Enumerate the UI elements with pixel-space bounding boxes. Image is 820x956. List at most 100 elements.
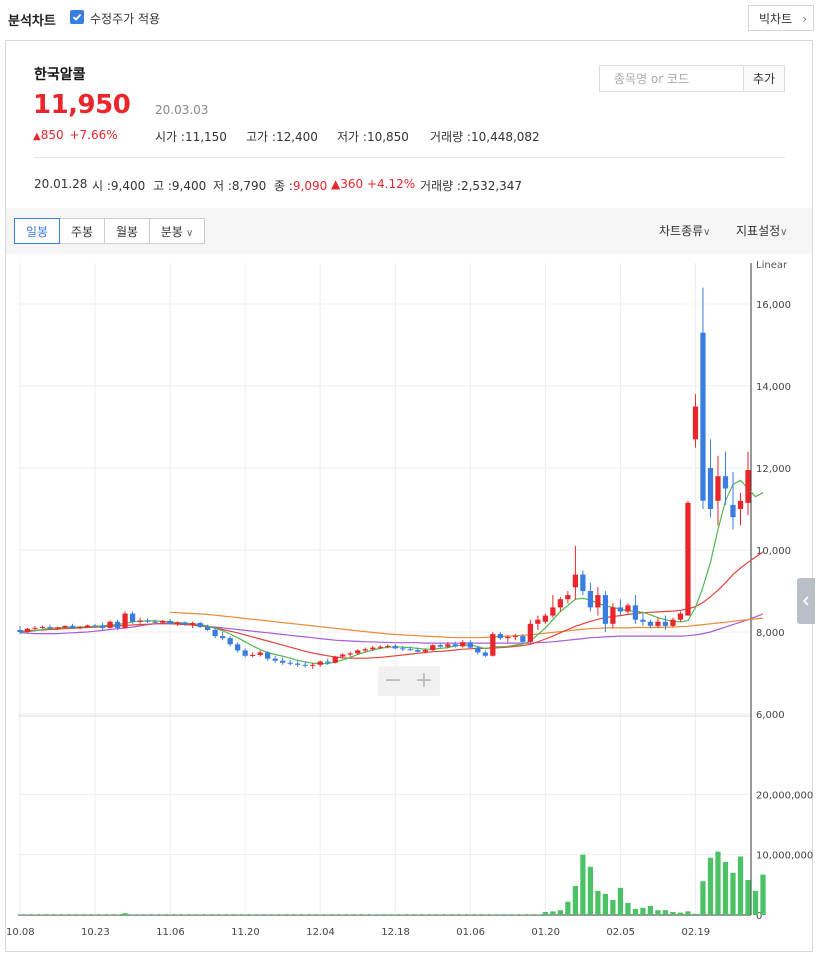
candle-body (302, 664, 308, 666)
zoom-out-button[interactable]: − (378, 668, 408, 694)
volume-bar (737, 856, 744, 915)
volume-bar (475, 914, 481, 915)
volume-bar (235, 914, 241, 915)
volume-bar (490, 914, 496, 915)
x-tick-label: 10.08 (6, 927, 35, 938)
volume-bar (257, 914, 263, 915)
candle-body (32, 627, 38, 629)
candle-body (69, 625, 76, 628)
volume-bar (122, 913, 128, 915)
volume-bar (99, 914, 106, 915)
volume-bar (707, 857, 714, 915)
volume-bar (550, 911, 556, 915)
candle-body (332, 656, 338, 663)
scale-label: Linear (756, 260, 788, 271)
volume-bar (205, 914, 211, 915)
candle-body (460, 642, 466, 647)
side-panel-handle[interactable] (797, 578, 815, 624)
stock-chart[interactable]: Linear 16,000 14,000 12,000 10,000 8,000 6,000… (0, 0, 820, 956)
volume-bar (535, 914, 541, 915)
candle-body (385, 645, 391, 647)
candle-body (685, 502, 691, 616)
candle-body (512, 636, 518, 638)
candle-body (520, 636, 526, 642)
candle-body (114, 621, 121, 628)
volume-bar (189, 914, 196, 915)
volume-bar (167, 914, 173, 915)
candle-body (527, 623, 533, 642)
candle-body (745, 470, 751, 503)
candle-body (445, 644, 451, 647)
candle-body (392, 645, 398, 649)
candle-body (362, 649, 368, 651)
candle-body (325, 661, 331, 663)
volume-bar (54, 914, 61, 915)
candle-body (220, 636, 226, 639)
volume-bar (92, 914, 98, 915)
volume-bar (347, 914, 353, 915)
candle-body (407, 649, 413, 651)
candle-body (497, 634, 503, 639)
volume-bar (632, 908, 639, 915)
x-tick-label: 12.18 (381, 927, 410, 938)
candle-body (542, 615, 548, 622)
zoom-in-button[interactable]: + (409, 668, 439, 694)
x-tick-label: 02.05 (606, 927, 635, 938)
volume-bar (655, 910, 661, 915)
volume-bar (332, 914, 338, 915)
candle-body (159, 620, 166, 623)
volume-bar (685, 911, 691, 915)
candle-body (490, 634, 496, 656)
candle-body (722, 476, 729, 489)
candle-body (280, 660, 286, 663)
price-tick-label: 12,000 (756, 464, 791, 475)
volume-bar (39, 914, 46, 915)
volume-bar (497, 914, 503, 915)
candle-body (475, 647, 481, 653)
candle-body (587, 591, 594, 608)
candle-body (182, 622, 188, 625)
price-tick-label: 6,000 (756, 710, 785, 721)
volume-bar (310, 914, 316, 915)
candle-body (662, 621, 669, 626)
volume-bar (572, 886, 579, 915)
volume-bar (355, 914, 361, 915)
volume-bar (557, 910, 563, 915)
candle-body (602, 595, 609, 624)
candle-body (84, 625, 91, 628)
volume-bar (280, 914, 286, 915)
tab-daily[interactable]: 일봉 (14, 218, 60, 244)
candle-body (212, 629, 218, 637)
volume-bar (77, 914, 83, 915)
volume-bar (242, 914, 248, 915)
candle-body (152, 621, 158, 623)
volume-bar (392, 914, 398, 915)
candle-body (400, 648, 406, 650)
volume-bar (152, 914, 158, 915)
candle-body (242, 650, 248, 656)
volume-bar (610, 899, 616, 915)
candle-body (235, 644, 241, 651)
candle-body (99, 625, 106, 628)
candle-body (535, 619, 541, 624)
candle-body (370, 647, 376, 650)
volume-bar (385, 914, 391, 915)
candle-body (467, 642, 473, 648)
volume-bar (445, 914, 451, 915)
volume-bar (159, 914, 166, 915)
volume-bar (84, 914, 91, 915)
volume-bar (640, 907, 646, 915)
candle-body (62, 625, 68, 628)
candle-body (205, 627, 211, 630)
candle-body (557, 599, 563, 608)
volume-bar (272, 914, 278, 915)
candle-body (550, 607, 556, 616)
zoom-control: − + (378, 666, 440, 696)
volume-tick-label: 20,000,000 (756, 790, 813, 801)
candle-body (17, 629, 23, 632)
candle-body (640, 619, 646, 622)
candle-body (452, 644, 458, 647)
volume-bar (482, 914, 488, 915)
candle-body (257, 652, 263, 655)
candle-body (482, 652, 488, 656)
